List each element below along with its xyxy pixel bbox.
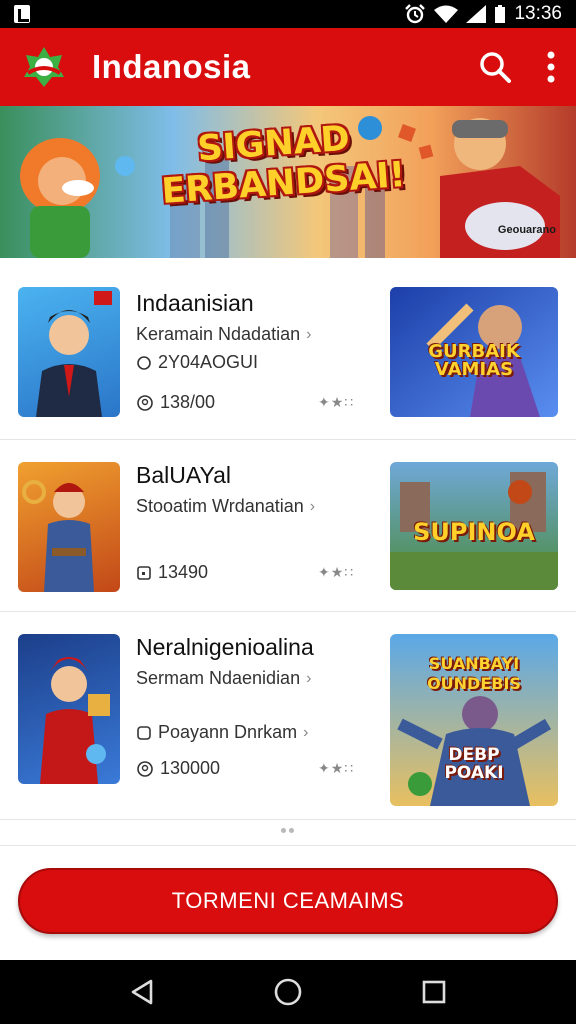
app-title: Indanosia: [92, 48, 251, 85]
page-dot: [281, 828, 286, 833]
game-meta-row: 2Y04AOGUI: [136, 352, 258, 373]
rating-stars-icon: ✦★∷: [318, 564, 355, 580]
game-list: Indaanisian Keramain Ndadatian › 2Y04AOGU…: [0, 258, 576, 820]
notification-icon: [14, 5, 30, 23]
chevron-right-icon: ›: [306, 325, 312, 343]
chevron-right-icon: ›: [303, 723, 309, 741]
chevron-right-icon: ›: [309, 497, 316, 515]
game-title: BalUAYal: [136, 462, 232, 488]
game-meta-secondary: 130000: [160, 758, 221, 778]
players-icon: [137, 394, 153, 411]
promo-banner[interactable]: SIGNAD ERBANDSAI! Geouarano: [0, 106, 576, 258]
search-icon[interactable]: [478, 50, 512, 84]
rating-stars-icon: ✦★∷: [318, 760, 355, 776]
tag-icon: [137, 725, 151, 740]
game-subtitle-label: Sermam Ndaenidian: [136, 668, 301, 688]
game-preview-image[interactable]: SUPINOA: [390, 462, 558, 590]
app-logo-icon: [24, 47, 64, 87]
calendar-icon: [137, 565, 151, 580]
game-subtitle[interactable]: Sermam Ndaenidian ›: [136, 668, 311, 689]
game-meta-primary: 2Y04AOGUI: [158, 352, 259, 372]
preview-caption: SUPINOA: [413, 518, 535, 546]
recents-icon[interactable]: [421, 979, 447, 1005]
game-preview-image[interactable]: GURBAIK VAMIAS: [390, 287, 558, 417]
status-bar: 13:36: [0, 0, 576, 28]
game-subtitle-label: Keramain Ndadatian: [136, 324, 301, 344]
game-meta-secondary: 138/00: [160, 392, 216, 412]
system-navigation-bar: [0, 960, 576, 1024]
game-thumbnail: [18, 634, 120, 784]
more-options-icon[interactable]: [546, 50, 556, 84]
list-item[interactable]: BalUAYal Stooatim Wrdanatian › 13490 ✦★∷ …: [0, 440, 576, 612]
game-title: Neralnigenioalina: [136, 634, 314, 660]
status-time: 13:36: [514, 3, 562, 24]
signal-icon: [466, 5, 487, 23]
game-title: Indaanisian: [136, 290, 254, 316]
preview-caption-top: SUANBAYI OUNDEBIS: [427, 654, 521, 693]
primary-action-button[interactable]: TORMENI CEAMAIMS: [18, 868, 558, 934]
page-indicator: [0, 822, 576, 846]
preview-caption-bottom: DEBP POAKI: [444, 745, 504, 783]
banner-title: SIGNAD ERBANDSAI!: [160, 118, 407, 212]
clock-icon: [137, 355, 151, 370]
game-meta-primary: Poayann Dnrkam: [158, 722, 298, 742]
game-subtitle[interactable]: Stooatim Wrdanatian ›: [136, 496, 315, 517]
game-subtitle-label: Stooatim Wrdanatian: [136, 496, 304, 516]
battery-icon: [495, 5, 506, 23]
game-meta-row: 130000: [136, 758, 220, 779]
app-bar: Indanosia: [0, 28, 576, 106]
back-icon[interactable]: [129, 978, 155, 1006]
game-thumbnail: [18, 287, 120, 417]
list-item[interactable]: Indaanisian Keramain Ndadatian › 2Y04AOGU…: [0, 258, 576, 440]
game-meta-row: 138/00: [136, 392, 215, 413]
alarm-icon: [405, 4, 426, 24]
preview-caption: GURBAIK VAMIAS: [428, 341, 520, 380]
wifi-icon: [434, 5, 459, 23]
game-meta-primary: 13490: [158, 562, 209, 582]
game-subtitle[interactable]: Keramain Ndadatian ›: [136, 324, 311, 345]
players-icon: [137, 760, 153, 777]
home-icon[interactable]: [273, 977, 303, 1007]
game-preview-image[interactable]: SUANBAYI OUNDEBIS DEBP POAKI: [390, 634, 558, 806]
banner-caption: Geouarano: [497, 224, 556, 236]
game-meta-row[interactable]: Poayann Dnrkam ›: [136, 722, 308, 743]
page-dot: [289, 828, 294, 833]
game-meta-row: 13490: [136, 562, 208, 583]
game-thumbnail: [18, 462, 120, 592]
chevron-right-icon: ›: [306, 669, 312, 687]
rating-stars-icon: ✦★∷: [318, 394, 355, 410]
list-item[interactable]: Neralnigenioalina Sermam Ndaenidian › Poa…: [0, 612, 576, 820]
